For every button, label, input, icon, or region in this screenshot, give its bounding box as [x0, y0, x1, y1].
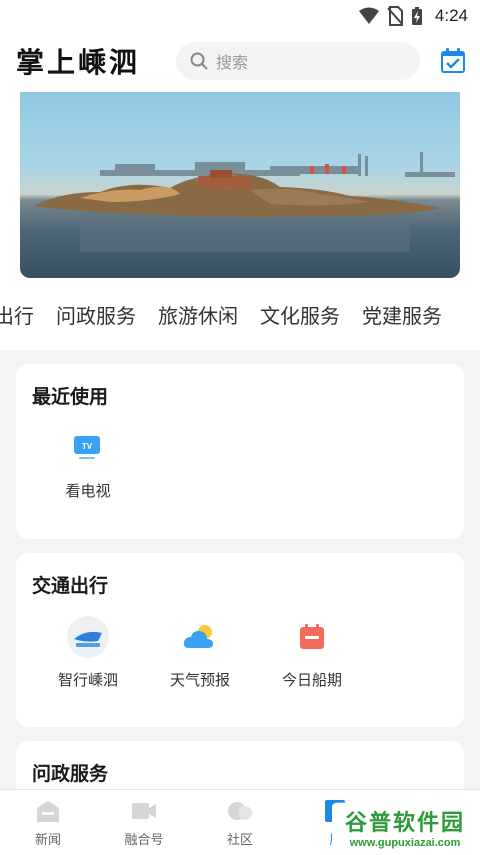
app-logo: 掌上嵊泗	[16, 46, 141, 79]
tab-tourism[interactable]: 旅游休闲	[158, 300, 238, 329]
nav-label: 社区	[226, 832, 253, 848]
search-placeholder: 搜索	[216, 53, 249, 72]
tab-party[interactable]: 党建服务	[362, 300, 442, 329]
service-label: 看电视	[65, 482, 111, 500]
svg-text:TV: TV	[82, 442, 93, 451]
community-icon	[228, 801, 252, 820]
service-label: 智行嵊泗	[57, 671, 118, 689]
news-icon	[37, 800, 59, 822]
recent-card: 最近使用 TV 看电视	[16, 364, 464, 539]
app-header: 掌上嵊泗 搜索	[0, 32, 480, 90]
nav-label: 融合号	[124, 832, 164, 848]
wifi-icon	[358, 7, 379, 24]
tab-travel[interactable]: 出行	[0, 300, 34, 329]
category-tabs: 出行 问政服务 旅游休闲 文化服务 党建服务	[0, 278, 480, 350]
search-bar[interactable]: 搜索	[176, 42, 420, 80]
service-item-zhixing[interactable]: 智行嵊泗	[32, 615, 144, 690]
nav-news[interactable]: 新闻	[0, 790, 96, 855]
search-icon	[190, 52, 208, 70]
recent-items: TV 看电视	[32, 416, 448, 501]
traffic-card: 交通出行 智行嵊泗 天气预报 今日船期	[16, 553, 464, 727]
watermark-main: 谷普软件园	[344, 811, 465, 836]
video-icon	[132, 802, 156, 819]
status-bar: 4:24	[0, 0, 480, 32]
zhixing-shengsi-icon	[66, 615, 110, 659]
service-item-tv[interactable]: TV 看电视	[32, 426, 144, 501]
no-sim-icon	[387, 6, 403, 26]
service-item-weather[interactable]: 天气预报	[144, 615, 256, 690]
traffic-title: 交通出行	[32, 575, 109, 597]
gov-title: 问政服务	[32, 763, 109, 785]
traffic-items: 智行嵊泗 天气预报 今日船期	[32, 605, 448, 690]
service-label: 今日船期	[281, 671, 342, 689]
watermark: 谷普软件园 www.gupuxiazai.com	[332, 803, 478, 851]
recent-title: 最近使用	[32, 386, 109, 408]
tab-gov-service[interactable]: 问政服务	[56, 300, 136, 329]
content-area: 最近使用 TV 看电视 交通出行 智行嵊泗 天气预报 今日船期 问政服务	[0, 350, 480, 801]
tv-icon: TV	[66, 426, 110, 470]
ship-schedule-icon	[290, 615, 334, 659]
nav-label: 新闻	[34, 832, 61, 848]
calendar-check-icon[interactable]	[440, 48, 466, 74]
banner-container	[0, 90, 480, 278]
nav-fusion[interactable]: 融合号	[96, 790, 192, 855]
tab-culture[interactable]: 文化服务	[260, 300, 340, 329]
service-label: 天气预报	[169, 671, 230, 689]
nav-community[interactable]: 社区	[192, 790, 288, 855]
weather-icon	[178, 615, 222, 659]
service-item-ship[interactable]: 今日船期	[256, 615, 368, 690]
banner-image[interactable]	[20, 92, 460, 278]
battery-charging-icon	[411, 7, 422, 25]
status-time: 4:24	[434, 6, 468, 25]
watermark-url: www.gupuxiazai.com	[349, 837, 461, 849]
